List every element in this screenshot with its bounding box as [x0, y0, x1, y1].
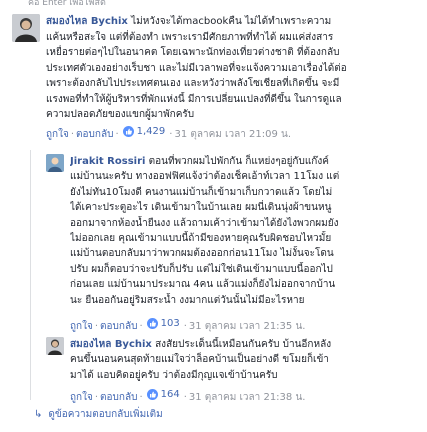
thumbs-up-icon: [146, 389, 158, 400]
thumbs-up-icon: [146, 318, 158, 329]
comment-timestamp[interactable]: 31 ตุลาคม เวลา 21:09 น.: [174, 129, 291, 140]
avatar[interactable]: [46, 154, 64, 172]
enter-to-post-hint: คอ Enter เพื่อโพสต์: [28, 0, 106, 8]
comment-timestamp[interactable]: 31 ตุลาคม เวลา 21:35 น.: [189, 321, 306, 332]
previous-composer-hint: คอ Enter เพื่อโพสต์: [0, 0, 427, 9]
reply-thread-line: [30, 150, 31, 400]
comment-text-line: มาได้ แอบคิดอยู่ครับ ว่าต้องมีกุญแจเข้าบ…: [70, 369, 278, 381]
comment-text-line: ความปลอดภัยของแขกผู้มาพักครับ: [46, 109, 195, 120]
comment-actions: ถูกใจ · ตอบกลับ · 1,429 · 31 ตุลาคม เวลา 21:09…: [46, 125, 292, 140]
reply-1: Jirakit Rossiri ตอนที่พวกผมไปพักกัน ก็แห…: [46, 154, 422, 334]
avatar[interactable]: [12, 14, 40, 42]
comment-text-line: ตอนที่พวกผมไปพักกัน ก็แหย่งๆอยู่กับแก๊งค…: [148, 156, 329, 167]
comment-text-line: คนขึ้นนอนคนสุดท้ายแม่ใจว่าล็อคบ้านเป็นอย…: [70, 354, 329, 366]
reaction-count[interactable]: 164: [146, 388, 180, 401]
reaction-count[interactable]: 103: [146, 317, 180, 330]
comment-text-line: ยังไม่ทัน10โมงดี คนงานแม่บ้านก็เข้ามาเก็…: [70, 186, 333, 198]
comment-text-line: ออกมาจากห้องน้ำยืนงง แล้วถามเค้าว่าเข้าม…: [70, 217, 339, 229]
comment-text-line: ไม่ออกเลย คุณเข้ามาแบบนี้ถ้ามีของหายคุณร…: [70, 233, 332, 244]
like-link[interactable]: ถูกใจ: [70, 392, 93, 403]
comment-text-line: สงสัยประเด็นนี้เหมือนกันครับ บ้านอีกหลัง: [155, 339, 332, 350]
comment-text-line: เพราะต้องกลับไปประเทศตนเอง และหวังว่าพลั…: [46, 78, 340, 89]
comment-text-line: แค้นหรือสะใจ แต่ที่ต้องทำ เพราะเรามีศักย…: [46, 31, 334, 43]
comment-text-line: แรงพอที่ทำให้ผู้บริหารที่พักแห่งนี้ มีกา…: [46, 93, 342, 105]
reply-link[interactable]: ตอบกลับ: [100, 392, 137, 403]
thumbs-up-icon: [122, 126, 134, 137]
comment-1: สมองไหล Bychix ไม่หวังจะได้macbookคืน ไม…: [12, 14, 422, 164]
view-more-replies-link[interactable]: ↳ ดูข้อความตอบกลับเพิ่มเติม: [34, 407, 163, 422]
like-link[interactable]: ถูกใจ: [46, 129, 69, 140]
comment-text-line: ปรับ ผมก็ตอบว่าจะปรับก็ปรับ แต่ไม่ใช่เดิ…: [70, 263, 333, 275]
comment-text-line: นะ ยืนออกันอยู่ริมสระน้ำ งงมากแต่วันนั้น…: [70, 294, 305, 306]
comment-actions: ถูกใจ · ตอบกลับ · 103 · 31 ตุลาคม เวลา 21:35 น…: [70, 317, 306, 332]
comment-text-line: แม่บ้านตอบกลับมาว่าพวกผมต้องออกก่อน11โมง…: [70, 248, 334, 260]
comment-text-line: ไม่หวังจะได้macbookคืน ไม่ได้ทำเพราะความ: [131, 16, 332, 27]
comment-text-line: ประเทศตัวเองอย่างเร็บชา และไม่มีเวลาพอที…: [46, 62, 347, 74]
reply-link[interactable]: ตอบกลับ: [76, 129, 113, 140]
reply-2: สมองไหล Bychix สงสัยประเด็นนี้เหมือนกันค…: [46, 337, 422, 405]
reaction-count[interactable]: 1,429: [122, 125, 165, 138]
comment-text-line: แม่บ้านนะครับ ทางออฟฟิศแจ้งว่าต้องเช็คเอ…: [70, 171, 340, 183]
comment-author[interactable]: สมองไหล Bychix: [46, 16, 128, 27]
comment-actions: ถูกใจ · ตอบกลับ · 164 · 31 ตุลาคม เวลา 21:38 น…: [70, 388, 306, 403]
comment-text-line: เหยื่อรายต่อๆไปในอนาคต โดยเฉพาะนักท่องเท…: [46, 47, 340, 58]
reply-arrow-icon: ↳: [34, 409, 43, 420]
reply-link[interactable]: ตอบกลับ: [100, 321, 137, 332]
comment-text-line: ก่อนเลย แม่บ้านมาประมาณ 4คน แล้วแม่งก็ยั…: [70, 279, 336, 291]
like-link[interactable]: ถูกใจ: [70, 321, 93, 332]
comment-timestamp[interactable]: 31 ตุลาคม เวลา 21:38 น.: [189, 392, 306, 403]
comment-author[interactable]: Jirakit Rossiri: [70, 156, 145, 167]
comment-text-line: ได้เคาะประตูอะไร เดินเข้ามาในบ้านเลย ผมน…: [70, 202, 332, 214]
comment-author[interactable]: สมองไหล Bychix: [70, 339, 152, 350]
avatar[interactable]: [46, 337, 64, 355]
